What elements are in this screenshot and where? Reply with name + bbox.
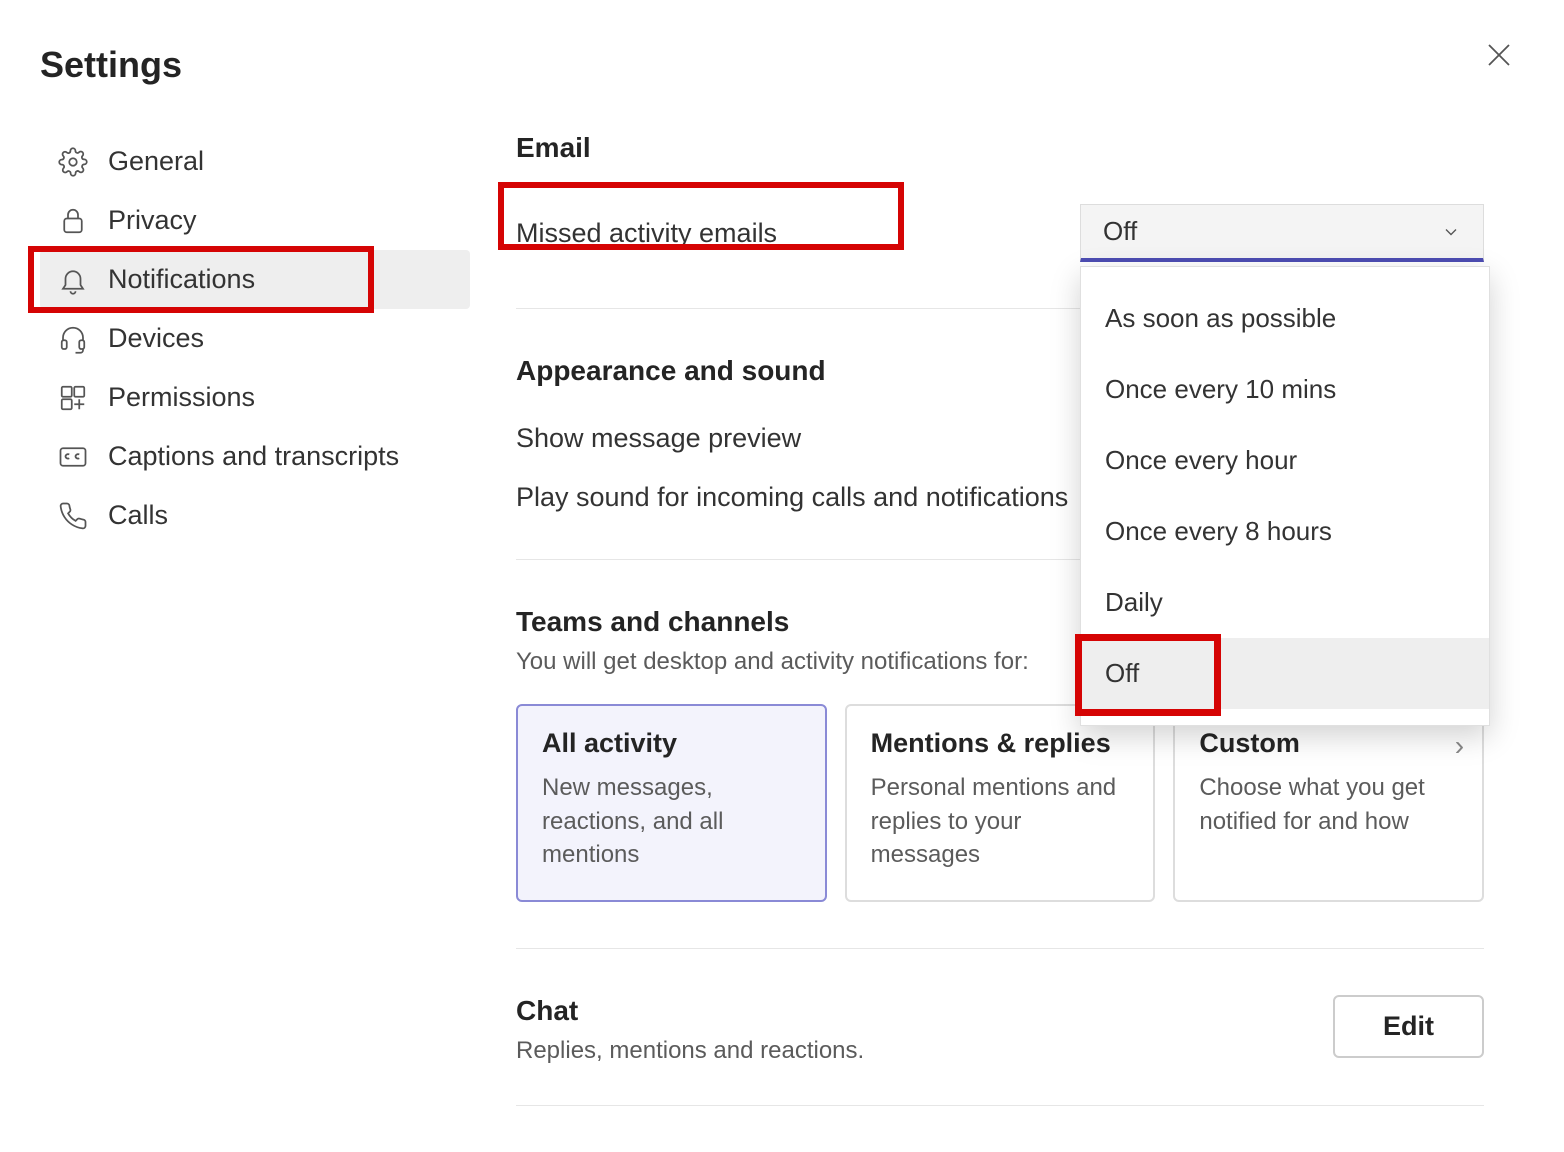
card-desc: Choose what you get notified for and how [1199, 771, 1458, 838]
missed-activity-label: Missed activity emails [516, 218, 777, 249]
divider [516, 1105, 1484, 1106]
close-icon [1484, 40, 1514, 70]
sidebar-item-label: Privacy [108, 205, 197, 236]
card-title: Custom [1199, 728, 1458, 759]
dropdown-value: Off [1103, 216, 1137, 247]
cc-icon [56, 442, 90, 472]
missed-activity-options: As soon as possible Once every 10 mins O… [1080, 266, 1490, 726]
highlight-off [1075, 634, 1221, 716]
notification-mode-cards: All activity New messages, reactions, an… [516, 704, 1484, 902]
option-asap[interactable]: As soon as possible [1081, 283, 1489, 354]
gear-icon [56, 147, 90, 177]
chat-heading: Chat [516, 995, 864, 1027]
option-10mins[interactable]: Once every 10 mins [1081, 354, 1489, 425]
option-off-label: Off [1105, 658, 1139, 688]
card-all-activity[interactable]: All activity New messages, reactions, an… [516, 704, 827, 902]
lock-icon [56, 206, 90, 236]
card-desc: Personal mentions and replies to your me… [871, 771, 1130, 872]
sidebar-item-privacy[interactable]: Privacy [40, 191, 470, 250]
sidebar-item-permissions[interactable]: Permissions [40, 368, 470, 427]
show-preview-label: Show message preview [516, 423, 801, 454]
headset-icon [56, 324, 90, 354]
chat-edit-button[interactable]: Edit [1333, 995, 1484, 1058]
option-8hours[interactable]: Once every 8 hours [1081, 496, 1489, 567]
play-sound-label: Play sound for incoming calls and notifi… [516, 482, 1068, 513]
sidebar-item-notifications[interactable]: Notifications [40, 250, 470, 309]
page-title: Settings [40, 44, 1524, 86]
sidebar-item-general[interactable]: General [40, 132, 470, 191]
settings-content: Email Missed activity emails Off As soon… [470, 132, 1524, 1152]
bell-icon [56, 265, 90, 295]
missed-activity-dropdown: Off As soon as possible Once every 10 mi… [1080, 204, 1484, 262]
settings-dialog: Settings General Privacy Notification [0, 0, 1564, 1098]
sidebar-item-label: Captions and transcripts [108, 441, 399, 472]
sidebar-item-label: Notifications [108, 264, 255, 295]
sidebar: General Privacy Notifications Devic [40, 132, 470, 1152]
card-title: All activity [542, 728, 801, 759]
card-mentions-replies[interactable]: Mentions & replies Personal mentions and… [845, 704, 1156, 902]
missed-activity-select[interactable]: Off [1080, 204, 1484, 262]
phone-icon [56, 501, 90, 531]
sidebar-item-captions[interactable]: Captions and transcripts [40, 427, 470, 486]
sidebar-item-label: Calls [108, 500, 168, 531]
card-title: Mentions & replies [871, 728, 1130, 759]
sidebar-item-label: Devices [108, 323, 204, 354]
sidebar-item-label: General [108, 146, 204, 177]
option-hour[interactable]: Once every hour [1081, 425, 1489, 496]
close-button[interactable] [1484, 40, 1514, 70]
sidebar-item-calls[interactable]: Calls [40, 486, 470, 545]
card-custom[interactable]: › Custom Choose what you get notified fo… [1173, 704, 1484, 902]
sidebar-item-devices[interactable]: Devices [40, 309, 470, 368]
chevron-down-icon [1441, 222, 1461, 242]
chat-subtitle: Replies, mentions and reactions. [516, 1037, 864, 1065]
card-desc: New messages, reactions, and all mention… [542, 771, 801, 872]
option-daily[interactable]: Daily [1081, 567, 1489, 638]
apps-icon [56, 383, 90, 413]
option-off[interactable]: Off [1081, 638, 1489, 709]
divider [516, 948, 1484, 949]
sidebar-item-label: Permissions [108, 382, 255, 413]
email-heading: Email [516, 132, 1484, 164]
chevron-right-icon: › [1455, 730, 1464, 762]
